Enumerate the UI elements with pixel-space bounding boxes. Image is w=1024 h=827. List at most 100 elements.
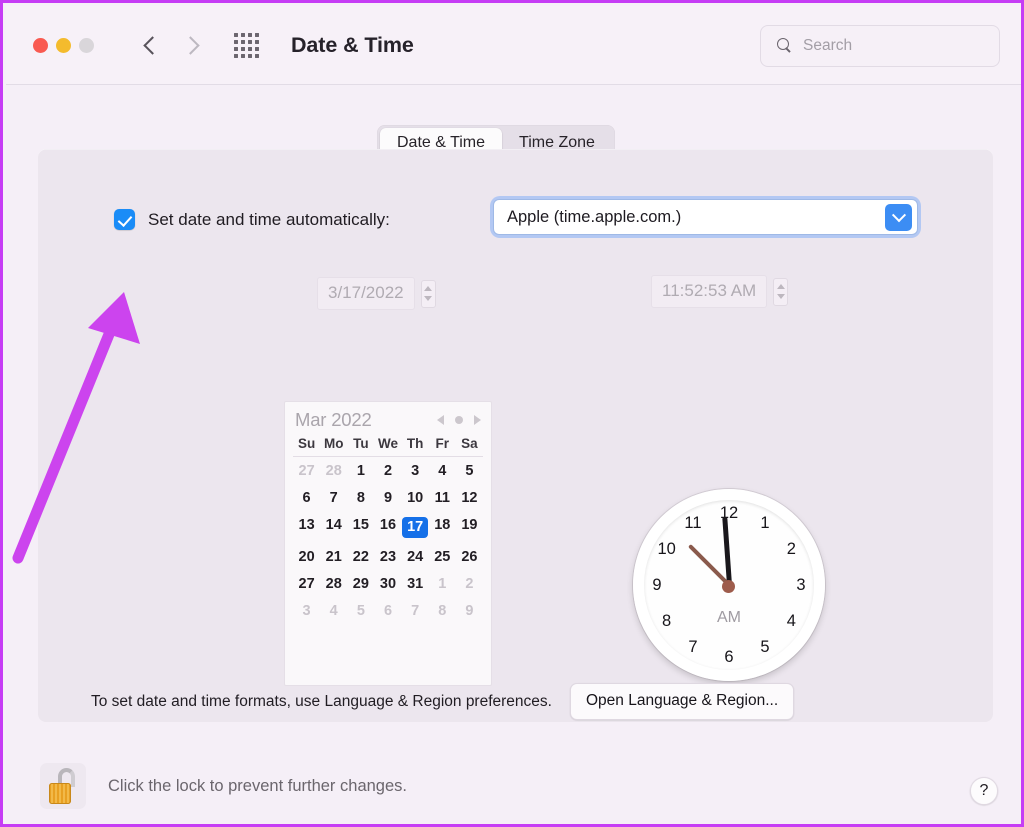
help-icon[interactable]: ? bbox=[970, 777, 998, 805]
calendar-day: 16 bbox=[379, 516, 397, 533]
annotated-screenshot-frame: Date & Time Search Date & Time Time Zone… bbox=[0, 0, 1024, 827]
calendar-day: 21 bbox=[325, 548, 342, 565]
calendar-header: Mar 2022 bbox=[293, 408, 483, 436]
clock-numeral: 7 bbox=[688, 638, 698, 657]
calendar-day: 14 bbox=[325, 516, 342, 533]
date-stepper-field: 3/17/2022 bbox=[317, 277, 436, 310]
close-window-button[interactable] bbox=[33, 37, 48, 53]
calendar-day: 3 bbox=[302, 602, 311, 619]
weekday-label: Tu bbox=[353, 436, 369, 451]
time-input: 11:52:53 AM bbox=[651, 275, 768, 308]
calendar-day: 3 bbox=[411, 462, 420, 479]
clock-numeral: 1 bbox=[760, 513, 770, 532]
clock-center-cap bbox=[722, 580, 735, 593]
calendar-day: 11 bbox=[434, 489, 450, 506]
weekday-label: Sa bbox=[461, 436, 478, 451]
calendar-day: 13 bbox=[298, 516, 315, 533]
clock-numeral: 10 bbox=[657, 540, 676, 558]
calendar-day: 27 bbox=[298, 462, 315, 479]
calendar-week-row: 6 7 8 9 10 11 12 bbox=[293, 484, 483, 511]
weekday-label: Th bbox=[406, 436, 424, 451]
calendar-day: 26 bbox=[461, 548, 478, 565]
calendar-day: 18 bbox=[434, 516, 451, 533]
calendar-grid: 27 28 1 2 3 4 5 6 7 8 9 10 11 12 13 14 15 16 17 18 19 20 21 22 2… bbox=[293, 457, 483, 624]
calendar-weekday-header: Su Mo Tu We Th Fr Sa bbox=[293, 436, 483, 457]
weekday-label: Su bbox=[297, 436, 316, 451]
analog-clock: 12 1 2 3 4 5 6 7 8 9 10 11 AM bbox=[633, 489, 825, 681]
clock-numeral: 11 bbox=[684, 513, 702, 532]
time-server-combobox[interactable]: Apple (time.apple.com.) bbox=[493, 199, 918, 235]
calendar-week-row: 20 21 22 23 24 25 26 bbox=[293, 543, 483, 570]
calendar-week-row: 27 28 29 30 31 1 2 bbox=[293, 570, 483, 597]
calendar-day: 25 bbox=[434, 548, 451, 565]
traffic-light-buttons bbox=[33, 37, 94, 53]
preferences-content: Date & Time Time Zone Set date and time … bbox=[6, 85, 1021, 824]
lock-row: Click the lock to prevent further change… bbox=[40, 763, 407, 809]
calendar-day: 4 bbox=[438, 462, 447, 479]
clock-numeral: 6 bbox=[724, 648, 734, 666]
calendar-week-row: 3 4 5 6 7 8 9 bbox=[293, 597, 483, 624]
calendar-day: 2 bbox=[383, 462, 393, 479]
calendar-day: 7 bbox=[411, 602, 420, 619]
window-toolbar: Date & Time Search bbox=[6, 6, 1021, 85]
format-hint-text: To set date and time formats, use Langua… bbox=[91, 692, 552, 710]
time-server-combobox-focus-ring: Apple (time.apple.com.) bbox=[493, 199, 918, 235]
lock-hint-text: Click the lock to prevent further change… bbox=[108, 776, 407, 795]
minimize-window-button[interactable] bbox=[56, 37, 71, 53]
triangle-right-icon bbox=[474, 415, 481, 425]
calendar-day: 8 bbox=[356, 489, 365, 506]
unlocked-padlock-icon[interactable] bbox=[40, 763, 86, 809]
clock-numeral: 2 bbox=[786, 540, 796, 558]
set-date-time-automatically-checkbox[interactable] bbox=[114, 209, 135, 230]
calendar-day: 28 bbox=[325, 462, 342, 479]
calendar-day: 1 bbox=[438, 575, 447, 592]
triangle-left-icon bbox=[437, 415, 444, 425]
weekday-label: Mo bbox=[323, 436, 344, 451]
weekday-label: Fr bbox=[435, 436, 450, 451]
calendar-month-label: Mar 2022 bbox=[295, 409, 372, 430]
chevron-right-icon bbox=[184, 34, 198, 56]
search-field[interactable]: Search bbox=[760, 25, 1000, 67]
calendar-nav bbox=[437, 415, 481, 425]
date-input: 3/17/2022 bbox=[317, 277, 415, 310]
grid-view-icon[interactable] bbox=[234, 32, 259, 58]
chevron-left-icon[interactable] bbox=[144, 34, 158, 56]
set-date-time-automatically-label: Set date and time automatically: bbox=[148, 209, 390, 229]
calendar-day: 23 bbox=[379, 548, 397, 565]
calendar-day: 9 bbox=[383, 489, 393, 506]
clock-numeral: 9 bbox=[652, 576, 662, 594]
weekday-label: We bbox=[377, 436, 398, 451]
calendar-day: 6 bbox=[383, 602, 393, 619]
page-title: Date & Time bbox=[291, 32, 414, 57]
calendar-day: 22 bbox=[352, 548, 369, 565]
calendar-day: 29 bbox=[352, 575, 369, 592]
open-language-region-button[interactable]: Open Language & Region... bbox=[569, 683, 795, 720]
calendar-day: 9 bbox=[465, 602, 474, 619]
calendar-day: 7 bbox=[329, 489, 338, 506]
system-preferences-window: Date & Time Search Date & Time Time Zone… bbox=[6, 6, 1021, 824]
calendar-day: 2 bbox=[465, 575, 474, 592]
calendar-day: 19 bbox=[461, 516, 478, 533]
calendar-week-row: 27 28 1 2 3 4 5 bbox=[293, 457, 483, 484]
chevron-down-icon[interactable] bbox=[885, 204, 912, 231]
calendar-day: 8 bbox=[438, 602, 447, 619]
zoom-window-button bbox=[79, 37, 94, 53]
calendar-day: 12 bbox=[461, 489, 478, 506]
calendar-day: 5 bbox=[356, 602, 365, 619]
navigation-buttons bbox=[144, 34, 198, 56]
calendar-day: 4 bbox=[329, 602, 338, 619]
clock-meridiem-label: AM bbox=[717, 609, 741, 626]
clock-numeral: 12 bbox=[719, 504, 739, 522]
date-stepper-arrows-icon bbox=[420, 279, 436, 308]
calendar-week-row: 13 14 15 16 17 18 19 bbox=[293, 511, 483, 543]
calendar-day: 1 bbox=[356, 462, 365, 479]
search-placeholder: Search bbox=[803, 37, 853, 54]
clock-numeral: 5 bbox=[760, 638, 770, 657]
search-icon bbox=[777, 38, 793, 54]
calendar-day: 20 bbox=[298, 548, 315, 565]
calendar-day: 15 bbox=[352, 516, 369, 533]
clock-numeral: 3 bbox=[796, 576, 806, 594]
calendar-day: 5 bbox=[465, 462, 474, 479]
date-time-panel: Set date and time automatically: Apple (… bbox=[38, 149, 993, 722]
time-server-value: Apple (time.apple.com.) bbox=[507, 207, 682, 226]
